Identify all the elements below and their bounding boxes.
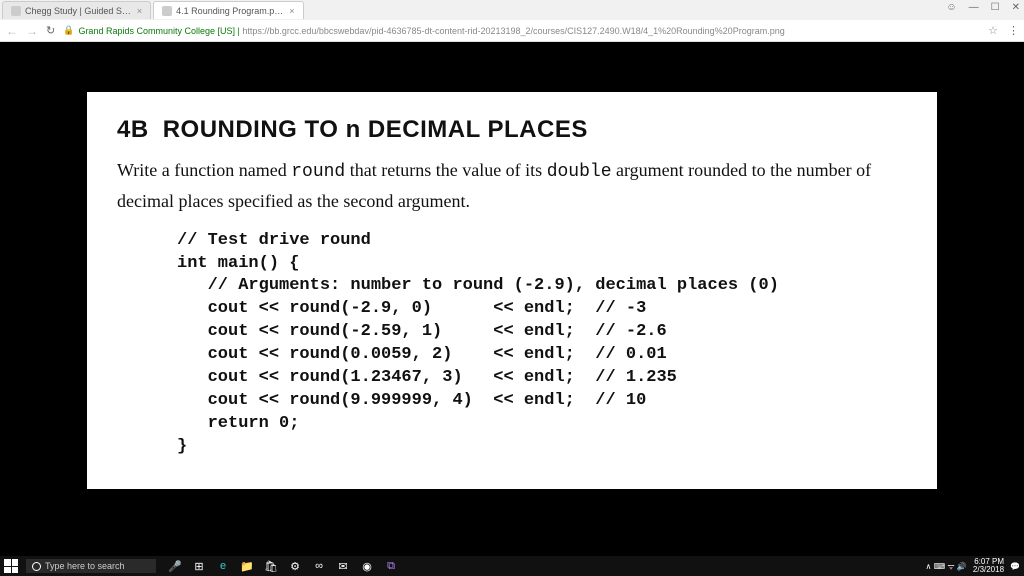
- close-icon[interactable]: ×: [289, 6, 294, 16]
- cortana-icon: [32, 562, 41, 571]
- back-button[interactable]: ←: [6, 24, 18, 38]
- explorer-icon[interactable]: 📁: [240, 559, 254, 573]
- section-number: 4B: [117, 116, 149, 143]
- minimize-button[interactable]: —: [969, 2, 979, 13]
- tray-icons[interactable]: ∧ ⌨ ᯤ 🔊: [926, 561, 967, 572]
- search-placeholder: Type here to search: [45, 561, 125, 571]
- tab-rounding[interactable]: 4.1 Rounding Program.p… ×: [153, 1, 303, 19]
- forward-button[interactable]: →: [26, 24, 38, 38]
- code-block: // Test drive round int main() { // Argu…: [177, 230, 907, 459]
- taskbar: Type here to search 🎤 ⊞ e 📁 🛍 ⚙ ∞ ✉ ◉ ⧉ …: [0, 556, 1024, 576]
- menu-button[interactable]: ⋮: [1008, 24, 1018, 37]
- url-bar: ← → ↻ 🔒 Grand Rapids Community College […: [0, 20, 1024, 42]
- edge-icon[interactable]: e: [216, 559, 230, 573]
- content-viewport: 4BROUNDING TO n DECIMAL PLACES Write a f…: [0, 42, 1024, 556]
- section-heading: 4BROUNDING TO n DECIMAL PLACES: [117, 116, 907, 144]
- system-tray[interactable]: ∧ ⌨ ᯤ 🔊 6:07 PM 2/3/2018 💬: [926, 558, 1020, 574]
- store-icon[interactable]: 🛍: [264, 559, 278, 573]
- taskbar-pinned: 🎤 ⊞ e 📁 🛍 ⚙ ∞ ✉ ◉ ⧉: [168, 559, 398, 573]
- browser-tab-strip: Chegg Study | Guided S… × 4.1 Rounding P…: [0, 0, 1024, 20]
- clock[interactable]: 6:07 PM 2/3/2018: [973, 558, 1004, 574]
- tab-label: Chegg Study | Guided S…: [25, 6, 131, 16]
- start-button[interactable]: [4, 559, 18, 573]
- url-display[interactable]: Grand Rapids Community College [US] | ht…: [78, 26, 784, 36]
- mic-icon[interactable]: 🎤: [168, 559, 182, 573]
- user-icon[interactable]: ☺: [946, 2, 956, 13]
- maximize-button[interactable]: ☐: [991, 2, 1000, 13]
- taskview-icon[interactable]: ⊞: [192, 559, 206, 573]
- tab-label: 4.1 Rounding Program.p…: [176, 6, 283, 16]
- close-icon[interactable]: ×: [137, 6, 142, 16]
- favicon-file: [162, 6, 172, 16]
- chrome-icon[interactable]: ◉: [360, 559, 374, 573]
- vs-icon[interactable]: ⧉: [384, 559, 398, 573]
- infinity-icon[interactable]: ∞: [312, 559, 326, 573]
- notification-icon[interactable]: 💬: [1010, 562, 1020, 571]
- page-image: 4BROUNDING TO n DECIMAL PLACES Write a f…: [87, 92, 937, 489]
- lock-icon: 🔒: [63, 25, 74, 36]
- taskbar-search[interactable]: Type here to search: [26, 559, 156, 573]
- favicon-chegg: [11, 6, 21, 16]
- url-host: Grand Rapids Community College [US]: [78, 26, 235, 36]
- settings-icon[interactable]: ⚙: [288, 559, 302, 573]
- body-paragraph: Write a function named round that return…: [117, 156, 907, 216]
- reload-button[interactable]: ↻: [46, 24, 55, 37]
- mail-icon[interactable]: ✉: [336, 559, 350, 573]
- tab-chegg[interactable]: Chegg Study | Guided S… ×: [2, 1, 151, 19]
- window-controls: ☺ — ☐ ✕: [946, 2, 1020, 13]
- bookmark-icon[interactable]: ☆: [988, 24, 998, 37]
- close-button[interactable]: ✕: [1012, 2, 1020, 13]
